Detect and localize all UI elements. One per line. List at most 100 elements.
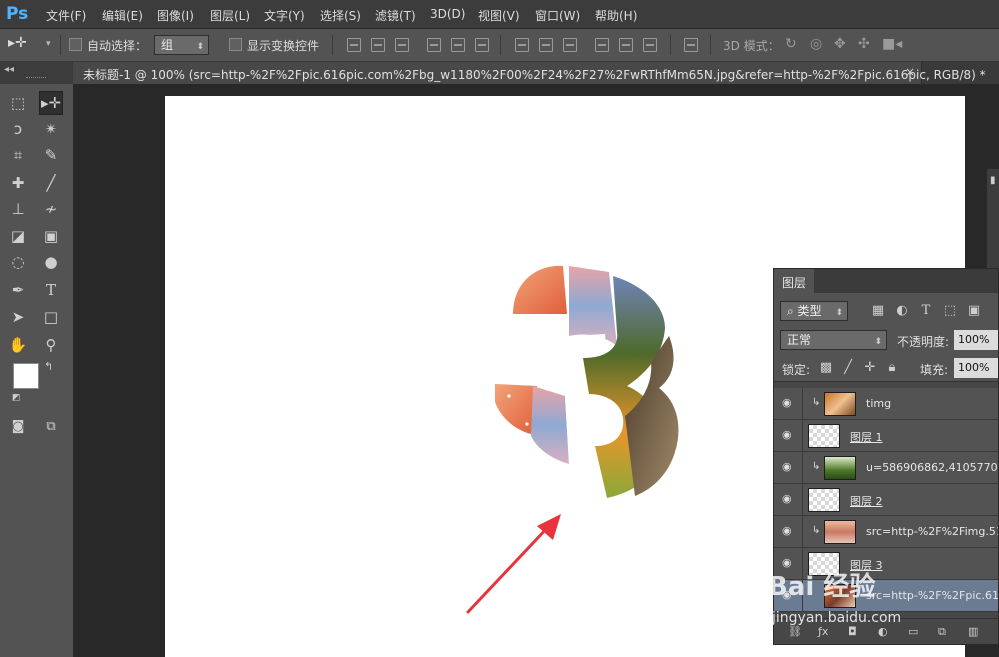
blend-mode-dropdown[interactable]: 正常 ⬍ xyxy=(780,330,887,350)
filter-type-icon[interactable]: T xyxy=(918,303,934,319)
eye-icon[interactable]: ◉ xyxy=(782,557,796,569)
clone-stamp-icon[interactable]: ⊥ xyxy=(6,197,30,221)
layer-name[interactable]: src=http-%2F%2Fpic.616p xyxy=(866,589,998,602)
brush-tool-icon[interactable]: ╱ xyxy=(39,171,63,195)
align-right-icon[interactable] xyxy=(475,38,489,52)
magic-wand-icon[interactable]: ✴ xyxy=(39,117,63,141)
eye-icon[interactable]: ◉ xyxy=(782,589,796,601)
move-tool-icon[interactable]: ▸✛ xyxy=(39,91,63,115)
distribute-top-icon[interactable] xyxy=(515,38,529,52)
layer-name[interactable]: 图层 3 xyxy=(850,557,883,573)
foreground-color-swatch[interactable] xyxy=(13,363,39,389)
chevron-down-icon[interactable]: ▾ xyxy=(46,39,51,49)
menu-type[interactable]: 文字(Y) xyxy=(264,7,305,24)
lock-transparent-icon[interactable]: ▩ xyxy=(818,360,834,376)
path-selection-icon[interactable]: ➤ xyxy=(6,305,30,329)
layer-name[interactable]: u=586906862,4105770180 xyxy=(866,461,998,474)
3d-slide-icon[interactable]: ✣ xyxy=(858,36,870,52)
show-transform-checkbox[interactable] xyxy=(229,38,242,51)
hand-tool-icon[interactable]: ✋ xyxy=(6,333,30,357)
history-brush-icon[interactable]: ≁ xyxy=(39,197,63,221)
layer-name[interactable]: 图层 2 xyxy=(850,493,883,509)
layer-row[interactable]: ◉ 图层 2 xyxy=(774,484,998,516)
auto-select-checkbox[interactable] xyxy=(69,38,82,51)
trash-icon[interactable]: ▥ xyxy=(968,626,982,638)
eye-icon[interactable]: ◉ xyxy=(782,525,796,537)
distribute-left-icon[interactable] xyxy=(595,38,609,52)
3d-drag-icon[interactable]: ✥ xyxy=(834,36,846,52)
fill-field[interactable]: 100% xyxy=(954,358,998,378)
layer-row[interactable]: ◉ ↳ u=586906862,4105770180 xyxy=(774,452,998,484)
opacity-field[interactable]: 100% xyxy=(954,330,998,350)
add-mask-icon[interactable]: ◘ xyxy=(848,626,862,638)
auto-align-layers-icon[interactable] xyxy=(684,38,698,52)
dodge-tool-icon[interactable]: ● xyxy=(39,250,63,274)
eye-icon[interactable]: ◉ xyxy=(782,461,796,473)
distribute-right-icon[interactable] xyxy=(643,38,657,52)
align-top-icon[interactable] xyxy=(347,38,361,52)
filter-adjustment-icon[interactable]: ◐ xyxy=(894,303,910,319)
3d-rotate-icon[interactable]: ↻ xyxy=(785,36,797,52)
distribute-hcenter-icon[interactable] xyxy=(619,38,633,52)
lock-position-icon[interactable]: ✛ xyxy=(862,360,878,376)
lock-all-icon[interactable]: 🔒︎ xyxy=(884,360,900,376)
menu-file[interactable]: 文件(F) xyxy=(46,7,86,24)
eyedropper-icon[interactable]: ✎ xyxy=(39,143,63,167)
filter-shape-icon[interactable]: ⬚ xyxy=(942,303,958,319)
move-tool-preset-icon[interactable]: ▸✛ xyxy=(8,35,27,51)
distribute-vcenter-icon[interactable] xyxy=(539,38,553,52)
menu-edit[interactable]: 编辑(E) xyxy=(102,7,143,24)
layer-name[interactable]: 图层 1 xyxy=(850,429,883,445)
screen-mode-icon[interactable]: ⧉ xyxy=(39,414,63,438)
marquee-tool-icon[interactable]: ⬚ xyxy=(6,91,30,115)
collapsed-panel-dock[interactable]: ▮ xyxy=(986,168,999,280)
menu-select[interactable]: 选择(S) xyxy=(320,7,361,24)
menu-image[interactable]: 图像(I) xyxy=(157,7,194,24)
eraser-icon[interactable]: ◪ xyxy=(6,224,30,248)
menu-help[interactable]: 帮助(H) xyxy=(595,7,637,24)
menu-3d[interactable]: 3D(D) xyxy=(430,7,465,21)
lasso-tool-icon[interactable]: ↄ xyxy=(6,117,30,141)
crop-tool-icon[interactable]: ⌗ xyxy=(6,143,30,167)
lock-pixels-icon[interactable]: ╱ xyxy=(840,360,856,376)
layer-row[interactable]: ◉ ↳ src=http-%2F%2Fimg.51m xyxy=(774,516,998,548)
gradient-tool-icon[interactable]: ▣ xyxy=(39,224,63,248)
layer-row-selected[interactable]: ◉ src=http-%2F%2Fpic.616p xyxy=(774,580,998,612)
eye-icon[interactable]: ◉ xyxy=(782,429,796,441)
pen-tool-icon[interactable]: ✒ xyxy=(6,278,30,302)
auto-select-dropdown[interactable]: 组 ⬍ xyxy=(154,35,209,55)
align-vcenter-icon[interactable] xyxy=(371,38,385,52)
quick-mask-icon[interactable]: ◙ xyxy=(6,414,30,438)
link-layers-icon[interactable]: ⛓ xyxy=(788,626,802,638)
filter-smart-object-icon[interactable]: ▣ xyxy=(966,303,982,319)
3d-roll-icon[interactable]: ◎ xyxy=(810,36,822,52)
menu-window[interactable]: 窗口(W) xyxy=(535,7,580,24)
menu-view[interactable]: 视图(V) xyxy=(478,7,520,24)
swap-colors-icon[interactable]: ↰ xyxy=(44,360,53,373)
layer-row[interactable]: ◉ 图层 3 xyxy=(774,548,998,580)
layer-style-icon[interactable]: ƒx xyxy=(818,626,832,638)
eye-icon[interactable]: ◉ xyxy=(782,493,796,505)
default-colors-icon[interactable]: ◩ xyxy=(12,393,21,403)
zoom-tool-icon[interactable]: ⚲ xyxy=(39,333,63,357)
layer-row[interactable]: ◉ ↳ timg xyxy=(774,388,998,420)
3d-scale-icon[interactable]: ■◂ xyxy=(882,36,902,52)
close-icon[interactable]: × xyxy=(905,65,915,79)
panel-dock-icon[interactable]: ▮ xyxy=(990,175,996,186)
menu-layer[interactable]: 图层(L) xyxy=(210,7,250,24)
menu-filter[interactable]: 滤镜(T) xyxy=(375,7,416,24)
healing-brush-icon[interactable]: ✚ xyxy=(6,171,30,195)
new-layer-icon[interactable]: ⧉ xyxy=(938,626,952,638)
rectangle-tool-icon[interactable]: □ xyxy=(39,305,63,329)
type-tool-icon[interactable]: T xyxy=(39,278,63,302)
layer-name[interactable]: src=http-%2F%2Fimg.51m xyxy=(866,525,998,538)
blur-tool-icon[interactable]: ◌ xyxy=(6,250,30,274)
layer-row[interactable]: ◉ 图层 1 xyxy=(774,420,998,452)
group-folder-icon[interactable]: ▭ xyxy=(908,626,922,638)
layer-name[interactable]: timg xyxy=(866,397,891,410)
eye-icon[interactable]: ◉ xyxy=(782,397,796,409)
align-left-icon[interactable] xyxy=(427,38,441,52)
align-hcenter-icon[interactable] xyxy=(451,38,465,52)
filter-pixel-icon[interactable]: ▦ xyxy=(870,303,886,319)
adjustment-layer-icon[interactable]: ◐ xyxy=(878,626,892,638)
